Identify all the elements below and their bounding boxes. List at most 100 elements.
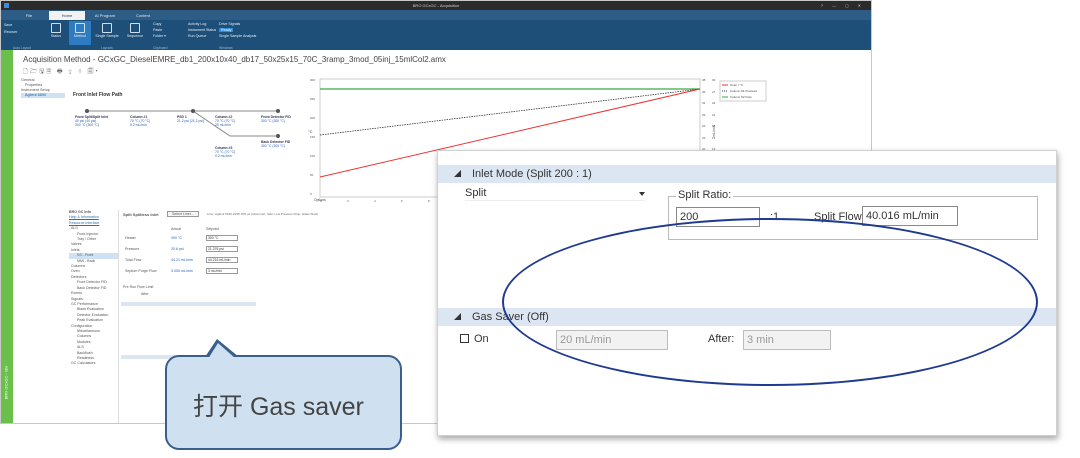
detail-row-label: Pressure	[125, 247, 140, 251]
nav-list: ALS Front Injector Tray / Other Valves Inlet…	[69, 226, 118, 367]
detail-title: Split Splitless Inlet	[123, 212, 159, 217]
ribbon-tabs: File Home AI Program Content	[1, 10, 871, 20]
chart-options-link[interactable]: Options	[314, 198, 326, 202]
tab-file[interactable]: File	[11, 11, 47, 20]
after-label: After	[141, 292, 149, 296]
detail-row-actual: 300 °C	[171, 236, 183, 240]
y-tick-label: 100	[310, 154, 316, 158]
gas-saver-on-checkbox[interactable]	[460, 334, 469, 343]
ready-label: Ready	[219, 28, 234, 32]
instrument-sidebar: BRO GCxGC - Idle	[1, 50, 13, 423]
node-psd	[191, 109, 195, 113]
nav-item[interactable]: GC Calculators	[69, 361, 118, 366]
activity-log-button[interactable]: Activity Log	[188, 22, 206, 27]
y2-tick-label: 23	[702, 135, 706, 140]
window-title: BRO GCxGC - Acquisition	[412, 3, 460, 8]
run-queue-button[interactable]: Run Queue	[188, 34, 206, 39]
node-value: 21.2 psi (21.2 psi)	[177, 119, 204, 123]
y-tick-label: 300	[310, 78, 316, 82]
y-axis-label-left: °C	[308, 129, 313, 134]
flow-node-col3: Column #3 70 °C (70 °C) 0.2 mL/min	[215, 146, 235, 158]
split-flow-input[interactable]: 40.016 mL/min	[862, 206, 958, 226]
x-tick-label: 4	[374, 199, 376, 203]
x-tick-label: 8	[428, 199, 430, 203]
inlet-mode-header[interactable]: Inlet Mode (Split 200 : 1)	[438, 165, 1056, 183]
method-toolbar[interactable]: 🗋🗁🖫🗎 🖶 ⇪ ⇩ 🗐▾	[23, 67, 100, 77]
recover-button[interactable]: Recover	[4, 30, 17, 35]
window-controls[interactable]: ? — ◻ ✕	[821, 1, 865, 10]
drive-signals-button[interactable]: Drive Signals	[219, 22, 240, 27]
y2-tick-label: 35	[702, 89, 706, 94]
sequence-label: Sequence	[126, 34, 144, 38]
detail-row-actual: 3.000 mL/min	[171, 269, 193, 273]
x-tick-label: 6	[401, 199, 403, 203]
save-button[interactable]: Save	[4, 23, 12, 28]
status-label: Status	[50, 34, 62, 38]
liner-hint: Liner: Agilent 5190-2295: 870 µL (Ultra …	[207, 212, 319, 216]
method-button[interactable]: Method	[69, 21, 91, 45]
detail-row-setpoint[interactable]: 21.376 psi	[206, 246, 238, 252]
flow-node-back-det: Back Detector FID 300 °C (300 °C)	[261, 140, 290, 148]
y-tick-label: 250	[310, 97, 316, 101]
callout-text: 打开 Gas saver	[193, 393, 364, 421]
detail-row-setpoint[interactable]: 44.216 mL/min	[206, 257, 238, 263]
folder-button[interactable]: Folder ▾	[153, 34, 166, 39]
gc-nav-tree: BRO GC Info Help & Information Resource …	[67, 210, 119, 423]
detail-row-setpoint[interactable]: 3 mL/min	[206, 268, 238, 274]
tab-content[interactable]: Content	[125, 11, 161, 20]
mini-inlet-header	[121, 302, 256, 306]
y3-tick-label: 30	[712, 78, 716, 82]
chevron-down-icon	[639, 192, 645, 196]
single-sample-analysis-button[interactable]: Single Sample Analysis	[219, 34, 256, 39]
ready-button[interactable]: Ready	[219, 28, 234, 33]
instrument-status-label: BRO GCxGC - Idle	[3, 365, 9, 400]
gas-saver-on-label: On	[474, 333, 489, 345]
pre-run-label: Pre Run Flow Limit	[123, 285, 154, 289]
callout-bubble: 打开 Gas saver	[165, 339, 402, 450]
flow-node-inlet: Front Split/Split Inlet 40 psi (40 psi) 30…	[75, 115, 108, 127]
y-tick-label: 0	[310, 192, 312, 196]
ribbon: Save Recover Status Method Single Sample…	[1, 20, 871, 50]
status-button[interactable]: Status	[45, 21, 67, 45]
node-value: 20 mL/min	[215, 123, 231, 127]
detail-row-label: Heater	[125, 236, 136, 240]
select-liner-button[interactable]: Select Liner...	[167, 211, 199, 217]
inlet-mode-select[interactable]: Split	[465, 187, 645, 201]
y-tick-label: 200	[310, 116, 316, 120]
chart-legend: Oven / °C Column #1 Pressure Column #2 F…	[730, 82, 757, 100]
method-title: Acquisition Method - GCxGC_DieselEMRE_db…	[23, 55, 446, 64]
node-value: 0.2 mL/min	[130, 123, 147, 127]
col-setpoint: Setpoint	[206, 227, 220, 231]
detail-row-actual: 20.6 psi	[171, 247, 184, 251]
tab-ai-program[interactable]: AI Program	[87, 11, 123, 20]
single-sample-button[interactable]: Single Sample	[93, 21, 121, 45]
copy-button[interactable]: Copy	[153, 22, 161, 27]
y2-tick-label: 38	[702, 78, 706, 82]
y3-tick-label: 27	[712, 89, 716, 94]
node-value: 300 °C (300 °C)	[75, 123, 100, 127]
status-icon	[51, 23, 61, 33]
split-ratio-legend: Split Ratio:	[676, 189, 734, 201]
col-actual: Actual	[171, 227, 181, 231]
sequence-button[interactable]: Sequence	[123, 21, 147, 45]
detail-row-setpoint[interactable]: 300 °C	[206, 235, 238, 241]
highlight-ellipse	[502, 218, 1038, 386]
tree-item-agilent[interactable]: Agilent 6890	[21, 93, 71, 98]
node-value: 300 °C (300 °C)	[261, 119, 286, 123]
sample-icon	[102, 23, 112, 33]
node-inlet	[85, 109, 89, 113]
node-value: 300 °C (300 °C)	[261, 144, 286, 148]
y2-tick-label: 32	[702, 101, 706, 105]
node-value: 0.2 mL/min	[215, 154, 232, 158]
node-front-det	[276, 109, 280, 113]
detail-row-actual: 44.21 mL/min	[171, 258, 193, 262]
method-label: Method	[74, 34, 86, 38]
y3-tick-label: 24	[712, 101, 716, 105]
instrument-status-button[interactable]: Instrument Status	[188, 28, 216, 33]
detail-row-label: Total Flow	[125, 258, 142, 262]
single-sample-label: Single Sample	[95, 34, 119, 38]
tab-home[interactable]: Home	[49, 11, 85, 20]
node-back-det	[276, 134, 280, 138]
legend-item-flow: Column #2 Flow	[730, 95, 752, 99]
paste-button[interactable]: Paste	[153, 28, 162, 33]
